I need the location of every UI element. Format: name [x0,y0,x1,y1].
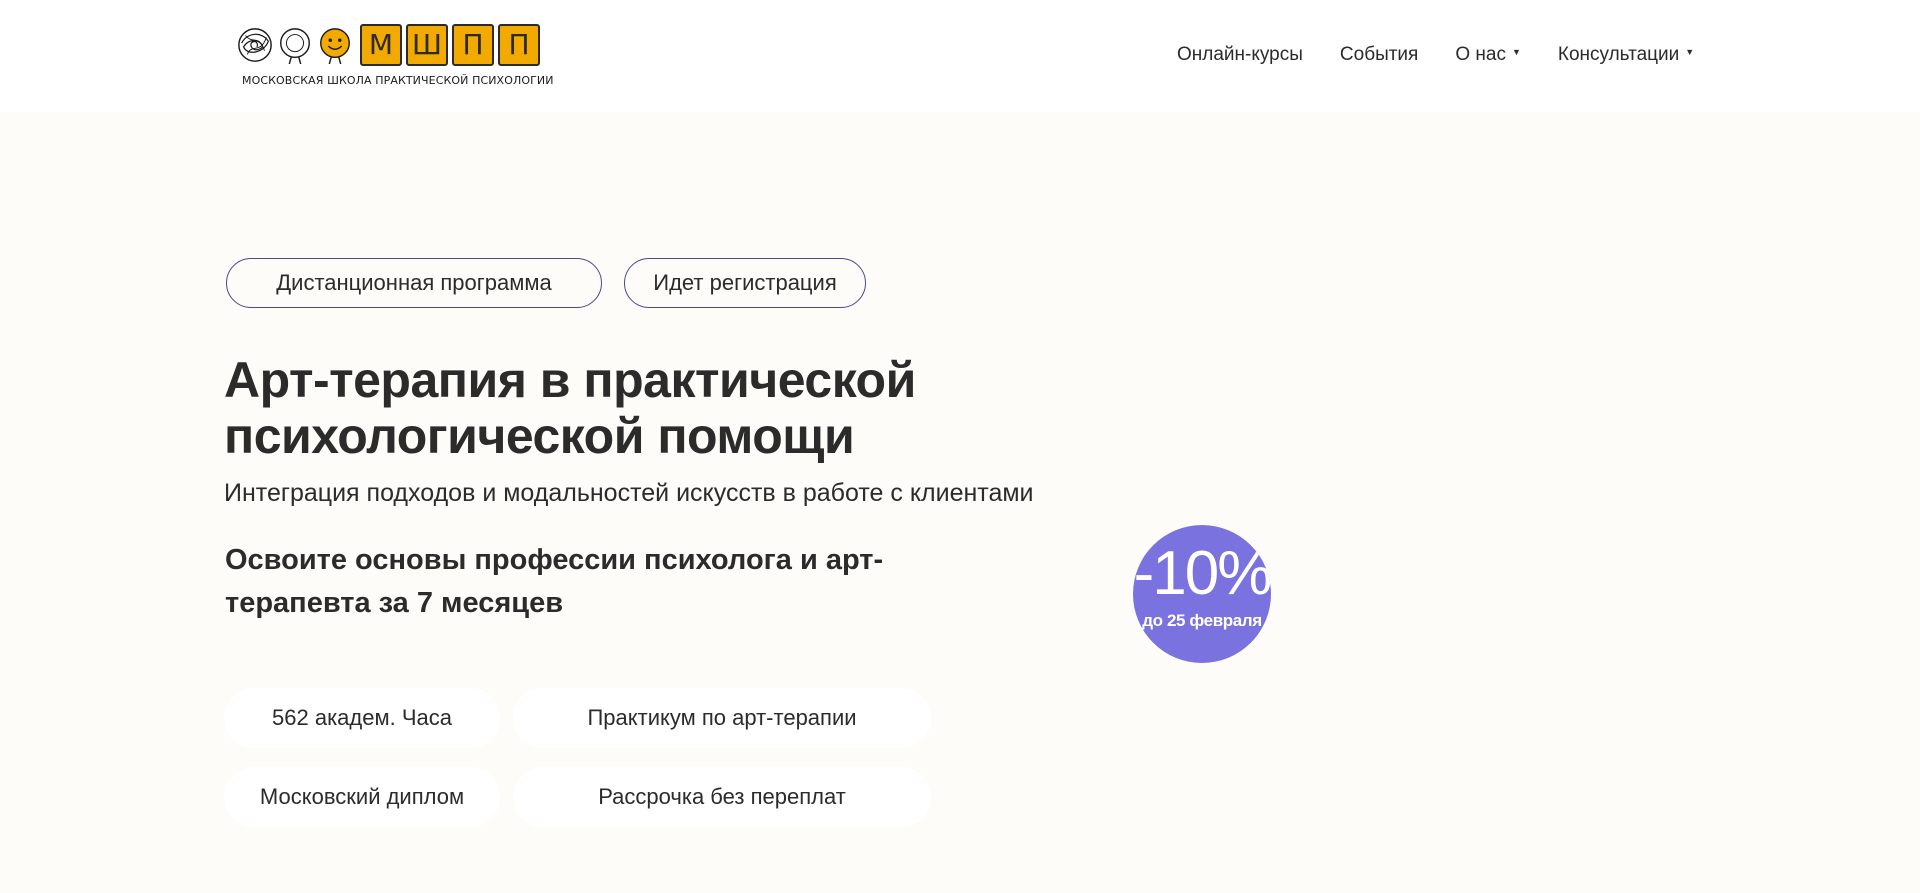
discount-value: -10% [1133,539,1271,608]
site-header: М Ш П П МОСКОВСКАЯ ШКОЛА ПРАКТИЧЕСКОЙ ПС… [0,0,1920,112]
program-tags: Дистанционная программа Идет регистрация [226,258,866,308]
nav-item-online-courses[interactable]: Онлайн-курсы [1177,44,1303,66]
nav-item-about[interactable]: О нас ▼ [1455,44,1521,66]
nav-item-label: О нас [1455,44,1506,65]
discount-deadline: до 25 февраля [1142,611,1262,630]
logo-caption: МОСКОВСКАЯ ШКОЛА ПРАКТИЧЕСКОЙ ПСИХОЛОГИИ [242,74,554,87]
logo-tile: П [498,24,540,66]
program-lead: Освоите основы профессии психолога и арт… [225,544,884,619]
nav-item-events[interactable]: События [1340,44,1418,66]
site-logo[interactable]: М Ш П П МОСКОВСКАЯ ШКОЛА ПРАКТИЧЕСКОЙ ПС… [236,22,553,90]
scribble-face-icon [238,28,272,62]
caret-down-icon: ▼ [1685,47,1695,57]
feature-installment: Рассрочка без переплат [513,767,931,827]
nav-item-consultations[interactable]: Консультации ▼ [1558,44,1694,66]
tag-registration-open: Идет регистрация [624,258,866,308]
discount-badge: -10% до 25 февраля [1133,525,1271,663]
page-title: Арт-терапия в практической психологическ… [224,352,916,464]
logo-graphic: М Ш П П [236,22,540,68]
page-subtitle: Интеграция подходов и модальностей искус… [224,479,1034,507]
nav-item-label: Консультации [1557,44,1680,65]
caret-down-icon: ▼ [1511,47,1521,57]
logo-tile: П [452,24,494,66]
feature-diploma: Московский диплом [224,767,500,827]
main-nav: Онлайн-курсы События О нас ▼ Консультаци… [1177,44,1694,66]
smiley-face-icon [320,28,350,64]
logo-tile: М [360,24,402,66]
feature-practicum: Практикум по арт-терапии [513,688,931,748]
nav-item-label: Онлайн-курсы [1177,44,1303,65]
feature-hours: 562 академ. Часа [224,688,500,748]
sketch-face-icon [280,28,310,64]
nav-item-label: События [1339,44,1419,65]
logo-tile: Ш [406,24,448,66]
tag-remote-program: Дистанционная программа [226,258,602,308]
